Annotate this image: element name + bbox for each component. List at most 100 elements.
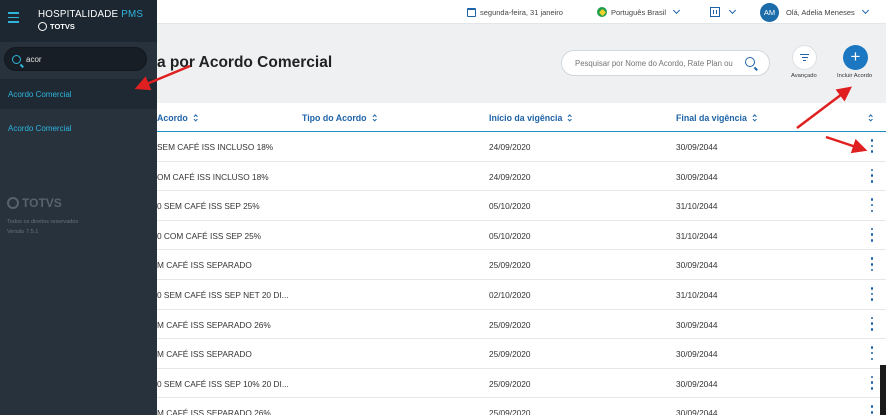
date-display[interactable]: segunda-feira, 31 janeiro: [467, 0, 563, 24]
menu-icon[interactable]: [8, 12, 19, 23]
cell-start: 24/09/2020: [489, 171, 531, 182]
more-options-icon[interactable]: [869, 346, 875, 361]
cell-end: 30/09/2044: [676, 408, 718, 415]
cell-start: 25/09/2020: [489, 319, 531, 330]
cell-start: 25/09/2020: [489, 408, 531, 415]
brazil-flag-icon: [597, 7, 607, 17]
table-row[interactable]: M CAFÉ ISS SEPARADO 26% 25/09/2020 30/09/2…: [157, 398, 886, 415]
search-input[interactable]: [561, 50, 770, 76]
language-text: Português Brasil: [611, 7, 667, 17]
more-options-icon[interactable]: [869, 227, 875, 242]
cell-end: 30/09/2044: [676, 378, 718, 389]
cell-end: 30/09/2044: [676, 349, 718, 360]
footer-logo: TOTVS: [7, 196, 62, 210]
more-options-icon[interactable]: [869, 316, 875, 331]
more-options-icon[interactable]: [869, 405, 875, 415]
add-agreement-button[interactable]: +: [843, 45, 868, 70]
column-header-inicio[interactable]: Início da vigência: [489, 113, 572, 123]
sort-icon: [372, 115, 377, 123]
table-row[interactable]: 0 COM CAFÉ ISS SEP 25% 05/10/2020 31/10/20…: [157, 221, 886, 251]
cell-start: 25/09/2020: [489, 260, 531, 271]
table-row[interactable]: 0 SEM CAFÉ ISS SEP 25% 05/10/2020 31/10/20…: [157, 191, 886, 221]
cell-end: 30/09/2044: [676, 171, 718, 182]
filter-icon: [800, 53, 809, 55]
window-edge: [880, 365, 886, 415]
cell-end: 31/10/2044: [676, 230, 718, 241]
cell-name: 0 COM CAFÉ ISS SEP 25%: [157, 230, 262, 241]
more-options-icon[interactable]: [869, 198, 875, 213]
cell-name: 0 SEM CAFÉ ISS SEP NET 20 DI...: [157, 289, 289, 300]
agreements-table: Acordo Tipo do Acordo Início da vigência…: [157, 103, 886, 415]
table-row[interactable]: M CAFÉ ISS SEPARADO 25/09/2020 30/09/2044: [157, 250, 886, 280]
app-brand: HOSPITALIDADE PMS: [38, 9, 144, 20]
more-options-icon[interactable]: [869, 286, 875, 301]
calendar-icon: [467, 7, 476, 17]
more-options-icon[interactable]: [869, 375, 875, 390]
table-row[interactable]: M CAFÉ ISS SEPARADO 26% 25/09/2020 30/09/2…: [157, 310, 886, 340]
cell-start: 25/09/2020: [489, 378, 531, 389]
cell-name: SEM CAFÉ ISS INCLUSO 18%: [157, 142, 274, 152]
table-body: SEM CAFÉ ISS INCLUSO 18% 24/09/2020 30/09/…: [157, 132, 886, 415]
sidebar-item-acordo-comercial[interactable]: Acordo Comercial: [0, 113, 157, 143]
sidebar: HOSPITALIDADE PMS TOTVS acor Acordo Come…: [0, 0, 157, 415]
user-greeting: Olá, Adelia Meneses: [786, 7, 855, 17]
top-bar: segunda-feira, 31 janeiro Português Bras…: [157, 0, 886, 24]
cell-start: 05/10/2020: [489, 201, 531, 212]
cell-start: 05/10/2020: [489, 230, 531, 241]
footer-version: Versão 7.5.1: [7, 229, 39, 235]
column-header-tipo[interactable]: Tipo do Acordo: [302, 113, 377, 123]
cell-name: M CAFÉ ISS SEPARADO 26%: [157, 408, 271, 415]
more-options-icon[interactable]: [869, 139, 875, 153]
cell-start: 25/09/2020: [489, 349, 531, 360]
sidebar-search-input[interactable]: acor: [4, 47, 147, 71]
cell-start: 24/09/2020: [489, 142, 531, 152]
cell-end: 30/09/2044: [676, 260, 718, 271]
table-row[interactable]: SEM CAFÉ ISS INCLUSO 18% 24/09/2020 30/09/…: [157, 132, 886, 162]
sidebar-header: HOSPITALIDADE PMS TOTVS: [0, 0, 157, 42]
sort-icon: [567, 115, 572, 123]
table-row[interactable]: OM CAFÉ ISS INCLUSO 18% 24/09/2020 30/09/2…: [157, 162, 886, 192]
more-options-icon[interactable]: [869, 257, 875, 272]
sidebar-item-acordo-comercial[interactable]: Acordo Comercial: [0, 79, 157, 109]
cell-name: M CAFÉ ISS SEPARADO: [157, 349, 252, 360]
column-header-acordo[interactable]: Acordo: [157, 113, 198, 123]
chevron-down-icon: [672, 6, 681, 15]
building-icon: [710, 7, 720, 17]
table-row[interactable]: 0 SEM CAFÉ ISS SEP 10% 20 DI... 25/09/202…: [157, 369, 886, 399]
cell-end: 30/09/2044: [676, 142, 718, 152]
column-header-final[interactable]: Final da vigência: [676, 113, 757, 123]
footer-rights: Todos os direitos reservados: [7, 219, 79, 225]
user-menu[interactable]: AM Olá, Adelia Meneses: [760, 0, 869, 24]
cell-name: 0 SEM CAFÉ ISS SEP 25%: [157, 201, 260, 212]
company-logo: TOTVS: [38, 22, 75, 31]
avatar: AM: [760, 2, 779, 22]
cell-end: 31/10/2044: [676, 289, 718, 300]
table-row[interactable]: M CAFÉ ISS SEPARADO 25/09/2020 30/09/2044: [157, 339, 886, 369]
search-icon[interactable]: [745, 57, 755, 67]
cell-name: M CAFÉ ISS SEPARADO 26%: [157, 319, 271, 330]
chevron-down-icon: [728, 6, 737, 15]
cell-end: 30/09/2044: [676, 319, 718, 330]
sort-icon: [868, 115, 873, 123]
property-selector[interactable]: [710, 0, 737, 24]
more-options-icon[interactable]: [869, 168, 875, 183]
totvs-logo-icon: [7, 197, 19, 209]
page-title: a por Acordo Comercial: [157, 54, 333, 71]
date-text: segunda-feira, 31 janeiro: [480, 7, 563, 17]
column-header-actions[interactable]: [863, 113, 873, 123]
sort-icon: [193, 115, 198, 123]
cell-name: M CAFÉ ISS SEPARADO: [157, 260, 252, 271]
table-row[interactable]: 0 SEM CAFÉ ISS SEP NET 20 DI... 02/10/202…: [157, 280, 886, 310]
table-header: Acordo Tipo do Acordo Início da vigência…: [157, 103, 886, 132]
language-selector[interactable]: Português Brasil: [597, 0, 681, 24]
cell-start: 02/10/2020: [489, 289, 531, 300]
advanced-filter-button[interactable]: [792, 45, 817, 70]
search-icon: [12, 55, 21, 64]
cell-end: 31/10/2044: [676, 201, 718, 212]
sidebar-search-value: acor: [26, 55, 42, 64]
add-agreement-label: Incluir Acordo: [837, 73, 873, 79]
cell-name: OM CAFÉ ISS INCLUSO 18%: [157, 171, 269, 182]
totvs-logo-icon: [38, 22, 47, 31]
advanced-label: Avançado: [791, 73, 817, 79]
sort-icon: [752, 115, 757, 123]
